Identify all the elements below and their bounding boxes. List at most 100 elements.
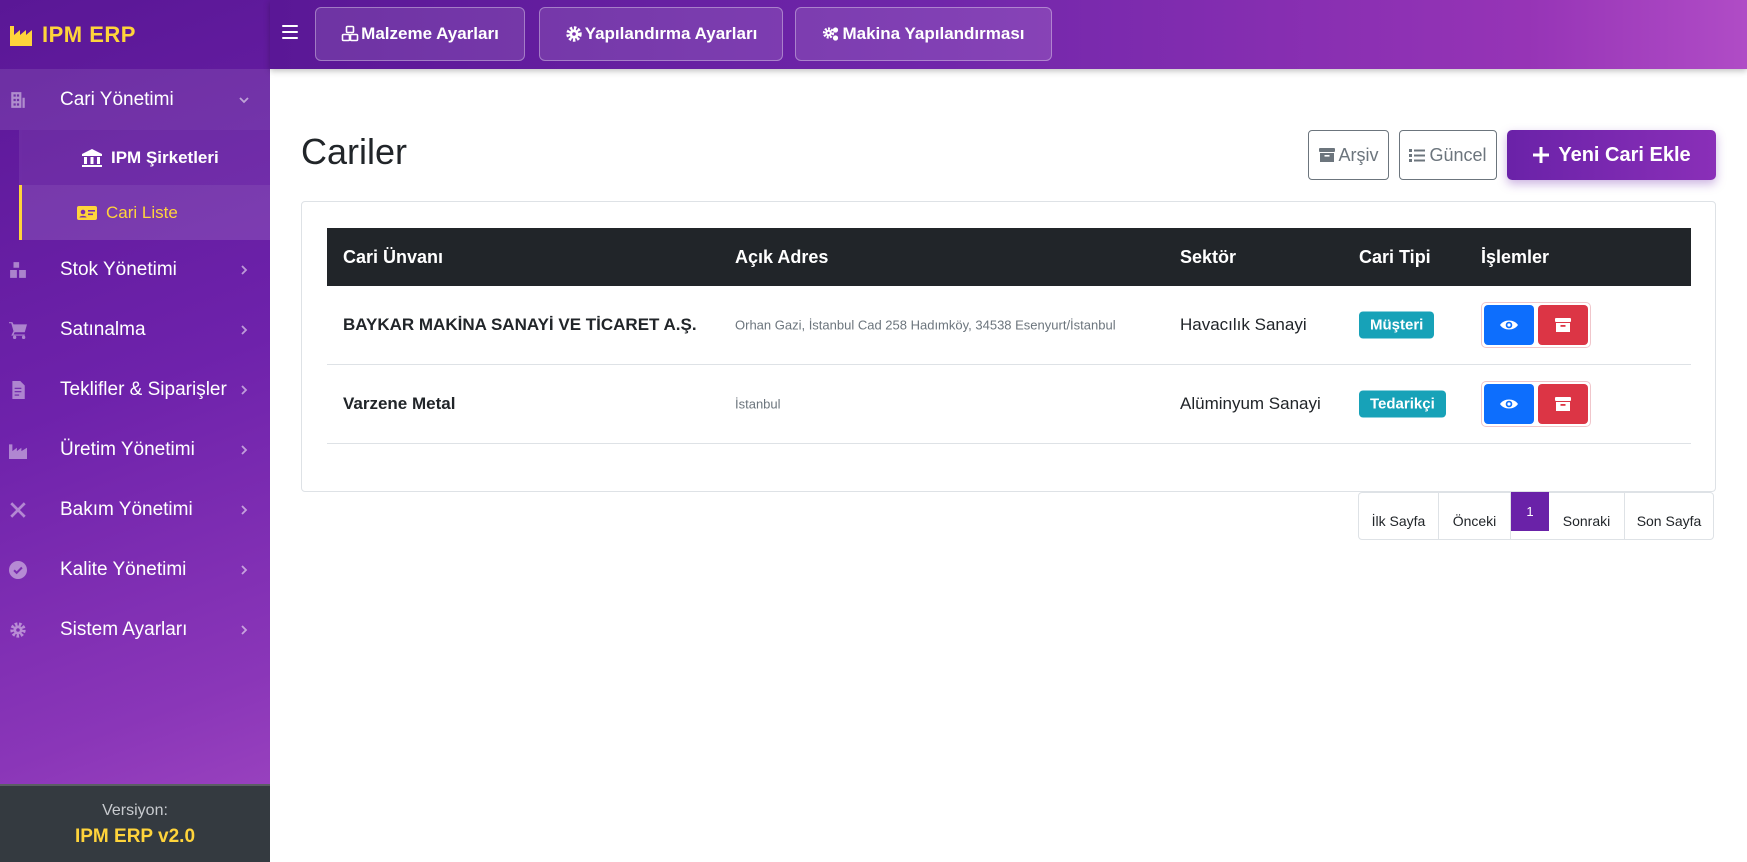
brand[interactable]: IPM ERP [0, 0, 270, 69]
header-acik-adres: Açık Adres [735, 246, 829, 267]
boxes-icon [10, 262, 26, 278]
pagination-next[interactable]: Sonraki [1549, 493, 1625, 539]
pagination-first[interactable]: İlk Sayfa [1359, 493, 1439, 539]
view-button[interactable] [1484, 305, 1534, 345]
button-label: Yapılandırma Ayarları [584, 24, 758, 43]
current-label: Güncel [1429, 144, 1487, 165]
table-header: Cari Ünvanı Açık Adres Sektör Cari Tipi … [327, 228, 1691, 286]
cell-actions [1481, 381, 1591, 427]
list-icon [1409, 149, 1426, 162]
sidebar-item-sistem-ayarlari[interactable]: Sistem Ayarları [0, 600, 270, 660]
building-icon [11, 91, 25, 108]
cell-address: İstanbul [735, 396, 781, 412]
add-new-label: Yeni Cari Ekle [1558, 143, 1691, 166]
chevron-right-icon [241, 445, 248, 455]
current-button[interactable]: Güncel [1399, 130, 1497, 180]
sidebar-subitem-label: IPM Şirketleri [111, 147, 219, 167]
chevron-right-icon [241, 265, 248, 275]
sidebar-item-stok-yonetimi[interactable]: Stok Yönetimi [0, 240, 270, 300]
id-card-icon [77, 205, 97, 220]
cell-sector: Alüminyum Sanayi [1180, 394, 1321, 413]
sidebar-item-kalite-yonetimi[interactable]: Kalite Yönetimi [0, 540, 270, 600]
cell-actions [1481, 302, 1591, 348]
cell-sector: Havacılık Sanayi [1180, 315, 1307, 334]
action-group [1481, 381, 1591, 427]
cell-type: Tedarikçi [1359, 390, 1446, 418]
sidebar-footer: Versiyon: IPM ERP v2.0 [0, 784, 270, 862]
sidebar-nav: Cari Yönetimi [0, 69, 270, 130]
sidebar-subitem-ipm-sirketleri[interactable]: IPM Şirketleri [22, 130, 270, 185]
eye-icon [1500, 399, 1518, 409]
cari-table-card: Cari Ünvanı Açık Adres Sektör Cari Tipi … [301, 201, 1716, 492]
pagination-prev[interactable]: Önceki [1439, 493, 1511, 539]
archive-box-icon [1555, 397, 1571, 411]
header-islemler: İşlemler [1481, 246, 1550, 267]
configuration-settings-button[interactable]: Yapılandırma Ayarları [539, 7, 783, 61]
archive-row-button[interactable] [1538, 384, 1588, 424]
button-label: Malzeme Ayarları [361, 24, 499, 43]
type-badge: Müşteri [1359, 311, 1435, 339]
sidebar-nav-rest: Stok Yönetimi Satınalma Teklifler & Sipa… [0, 240, 270, 660]
chevron-right-icon [241, 385, 248, 395]
gear-icon [565, 26, 582, 42]
header-cari-tipi: Cari Tipi [1359, 246, 1431, 267]
sidebar-subitem-cari-liste[interactable]: Cari Liste [19, 185, 270, 240]
chevron-right-icon [241, 505, 248, 515]
chevron-down-icon [239, 96, 249, 103]
sidebar-item-label: Teklifler & Siparişler [60, 379, 227, 400]
sidebar-item-teklifler-siparisler[interactable]: Teklifler & Siparişler [0, 360, 270, 420]
file-invoice-icon [12, 381, 25, 399]
industry-logo-icon [10, 25, 32, 46]
hamburger-menu-icon[interactable] [282, 25, 298, 41]
cart-icon [9, 322, 27, 339]
sidebar-subitem-label: Cari Liste [106, 202, 178, 222]
sidebar-item-satinalma[interactable]: Satınalma [0, 300, 270, 360]
cell-name: BAYKAR MAKİNA SANAYİ VE TİCARET A.Ş. [343, 315, 697, 334]
machine-configuration-button[interactable]: Makina Yapılandırması [795, 7, 1052, 61]
pagination-last[interactable]: Son Sayfa [1625, 493, 1713, 539]
sidebar-item-label: Üretim Yönetimi [60, 439, 195, 460]
sidebar-item-uretim-yonetimi[interactable]: Üretim Yönetimi [0, 420, 270, 480]
topbar: Malzeme Ayarları Yapılandırma Ayarları M… [270, 0, 1747, 69]
cell-type: Müşteri [1359, 311, 1435, 339]
cog-icon [10, 622, 26, 638]
industry-icon [9, 444, 27, 459]
sidebar-item-label: Stok Yönetimi [60, 259, 177, 280]
view-button[interactable] [1484, 384, 1534, 424]
gears-icon [823, 27, 839, 41]
brand-name: IPM ERP [42, 21, 136, 47]
version-value: IPM ERP v2.0 [74, 826, 196, 847]
chevron-right-icon [241, 625, 248, 635]
sidebar-item-label: Sistem Ayarları [60, 619, 188, 640]
cari-table: Cari Ünvanı Açık Adres Sektör Cari Tipi … [327, 228, 1691, 444]
archive-box-icon [1555, 318, 1571, 332]
sidebar-item-cari-yonetimi[interactable]: Cari Yönetimi [0, 69, 270, 130]
sidebar-item-label: Satınalma [60, 319, 146, 340]
type-badge: Tedarikçi [1359, 390, 1446, 418]
tools-icon [10, 502, 26, 518]
page-title: Cariler [301, 131, 408, 172]
eye-icon [1500, 320, 1518, 330]
archive-row-button[interactable] [1538, 305, 1588, 345]
archive-label: Arşiv [1338, 144, 1379, 165]
pagination-current-page[interactable]: 1 [1511, 492, 1549, 531]
header-sektor: Sektör [1180, 246, 1237, 267]
sidebar-item-label: Cari Yönetimi [60, 88, 174, 110]
header-cari-unvani: Cari Ünvanı [343, 246, 444, 267]
material-settings-button[interactable]: Malzeme Ayarları [315, 7, 525, 61]
archive-button[interactable]: Arşiv [1308, 130, 1389, 180]
table-row: Varzene Metal İstanbul Alüminyum Sanayi … [327, 365, 1691, 444]
table-row: BAYKAR MAKİNA SANAYİ VE TİCARET A.Ş. Orh… [327, 286, 1691, 365]
check-circle-icon [9, 561, 27, 579]
bank-icon [82, 148, 102, 167]
sidebar-item-label: Kalite Yönetimi [60, 559, 187, 580]
cell-name: Varzene Metal [343, 394, 456, 413]
pagination: İlk Sayfa Önceki 1 Sonraki Son Sayfa [1358, 492, 1714, 540]
sidebar-item-bakim-yonetimi[interactable]: Bakım Yönetimi [0, 480, 270, 540]
add-new-cari-button[interactable]: Yeni Cari Ekle [1507, 130, 1716, 180]
cell-address: Orhan Gazi, İstanbul Cad 258 Hadımköy, 3… [735, 317, 1116, 333]
button-label: Makina Yapılandırması [842, 24, 1025, 43]
sidebar-subnav: IPM Şirketleri Cari Liste [19, 130, 270, 240]
sidebar: IPM ERP Cari Yönetimi IPM Şirketleri Car… [0, 0, 270, 862]
version-label: Versiyon: [102, 802, 168, 819]
